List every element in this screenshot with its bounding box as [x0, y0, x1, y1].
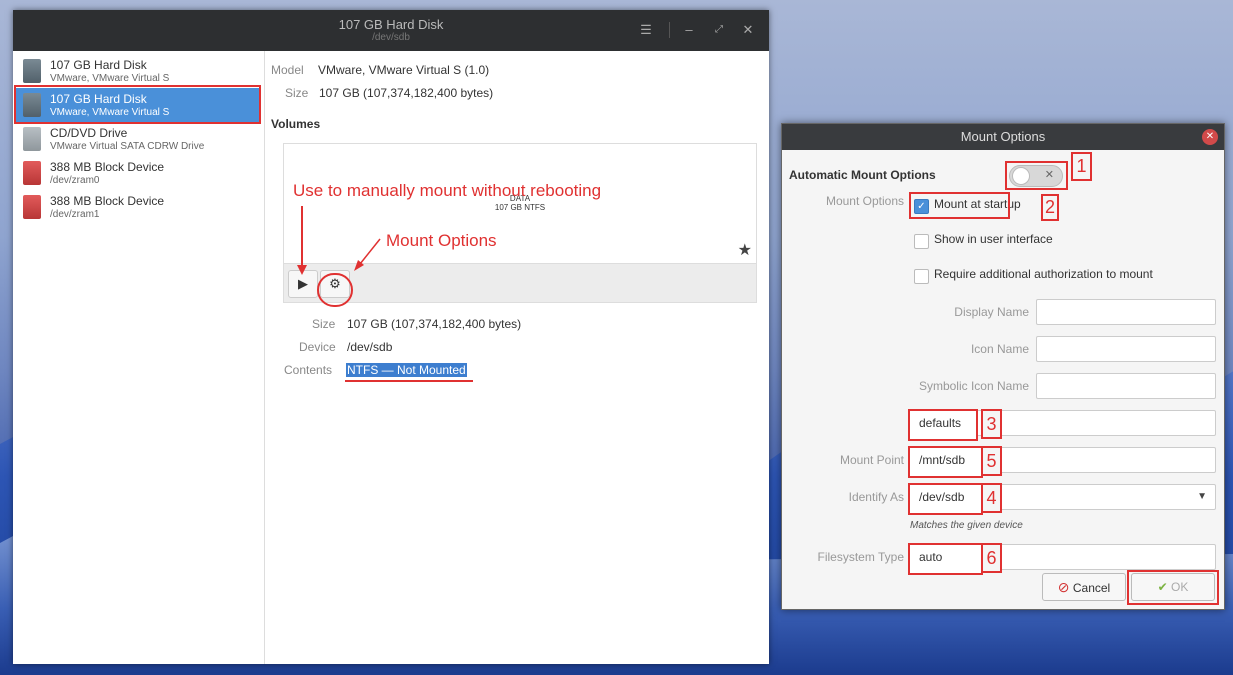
cancel-icon: ⊘: [1057, 579, 1070, 595]
drive-list: 107 GB Hard Disk VMware, VMware Virtual …: [13, 51, 265, 664]
auto-mount-label: Automatic Mount Options: [789, 168, 936, 182]
require-auth-checkbox[interactable]: [914, 269, 929, 284]
window-subtitle: /dev/sdb: [372, 32, 410, 43]
symbolic-icon-input[interactable]: [1036, 373, 1216, 399]
highlight-ok: [1127, 570, 1219, 605]
minimize-icon[interactable]: –: [680, 21, 698, 39]
cancel-button[interactable]: ⊘ Cancel: [1042, 573, 1126, 601]
marker-4: 4: [981, 483, 1002, 513]
drive-sub: VMware Virtual SATA CDRW Drive: [50, 141, 205, 152]
device-label: Device: [299, 340, 336, 354]
dialog-close-icon[interactable]: ✕: [1202, 129, 1218, 145]
marker-3: 3: [981, 409, 1002, 439]
block-device-icon: [23, 195, 41, 219]
device-value: /dev/sdb: [347, 340, 393, 354]
contents-value: NTFS — Not Mounted: [346, 363, 467, 377]
underline-annotation: [345, 380, 473, 382]
identify-as-label: Identify As: [848, 490, 904, 504]
require-auth-label[interactable]: Require additional authorization to moun…: [934, 267, 1153, 281]
highlight-box: [14, 85, 261, 124]
maximize-icon[interactable]: ⤢: [710, 21, 728, 39]
mount-point-value: /mnt/sdb: [919, 453, 966, 467]
show-in-ui-checkbox[interactable]: [914, 234, 929, 249]
dropdown-arrow-icon: ▼: [1197, 491, 1207, 502]
drive-name: 388 MB Block Device: [50, 194, 165, 208]
dialog-title: Mount Options: [782, 124, 1224, 150]
drive-name: 107 GB Hard Disk: [50, 58, 147, 72]
drive-name: 388 MB Block Device: [50, 160, 165, 174]
title-separator: [669, 22, 670, 38]
display-name-input[interactable]: [1036, 299, 1216, 325]
marker-2: 2: [1041, 194, 1059, 221]
fs-type-label: Filesystem Type: [817, 550, 904, 564]
vol-size-label: Size: [312, 317, 336, 331]
fs-type-value: auto: [919, 550, 943, 564]
marker-5: 5: [981, 446, 1002, 476]
identify-as-value: /dev/sdb: [919, 490, 965, 504]
show-in-ui-label[interactable]: Show in user interface: [934, 232, 1053, 246]
arrow-down-head: [297, 265, 307, 275]
drive-item-hdd-1[interactable]: 107 GB Hard Disk VMware, VMware Virtual …: [15, 54, 259, 88]
marker-1: 1: [1071, 152, 1092, 181]
drive-sub: /dev/zram0: [50, 175, 100, 186]
drive-item-zram1[interactable]: 388 MB Block Device /dev/zram1: [15, 190, 259, 224]
symbolic-icon-label: Symbolic Icon Name: [918, 379, 1029, 393]
highlight-switch: [1005, 161, 1068, 190]
drive-details: Model VMware, VMware Virtual S (1.0) Siz…: [265, 51, 769, 664]
menu-icon[interactable]: ☰: [637, 21, 655, 39]
optical-drive-icon: [23, 127, 41, 151]
drive-item-cdrom[interactable]: CD/DVD Drive VMware Virtual SATA CDRW Dr…: [15, 122, 259, 156]
icon-name-label: Icon Name: [970, 342, 1029, 356]
drive-sub: VMware, VMware Virtual S: [50, 73, 170, 84]
mount-point-label: Mount Point: [839, 453, 904, 467]
mount-options-label: Mount Options: [825, 194, 904, 208]
contents-label: Contents: [284, 363, 333, 377]
drive-name: CD/DVD Drive: [50, 126, 128, 140]
arrow-diag-line: [359, 238, 381, 265]
mount-options-dialog: Mount Options ✕ Automatic Mount Options …: [781, 123, 1225, 610]
disks-window: 107 GB Hard Disk /dev/sdb ☰ – ⤢ ✕ 107 GB…: [13, 10, 769, 664]
block-device-icon: [23, 161, 41, 185]
drive-sub: /dev/zram1: [50, 209, 100, 220]
annotation-arrows: [297, 206, 381, 275]
matches-hint: Matches the given device: [910, 520, 1023, 531]
highlight-startup: [909, 192, 1010, 219]
marker-6: 6: [981, 543, 1002, 573]
hard-disk-icon: [23, 59, 41, 83]
close-icon[interactable]: ✕: [739, 21, 757, 39]
icon-name-input[interactable]: [1036, 336, 1216, 362]
window-title: 107 GB Hard Disk: [338, 17, 444, 32]
display-name-label: Display Name: [954, 305, 1029, 319]
mount-options-value: defaults: [919, 416, 962, 430]
vol-size-value: 107 GB (107,374,182,400 bytes): [347, 317, 522, 331]
cancel-label: Cancel: [1072, 581, 1111, 595]
drive-item-zram0[interactable]: 388 MB Block Device /dev/zram0: [15, 156, 259, 190]
contents-text: NTFS — Not Mounted: [346, 363, 467, 377]
title-bar: 107 GB Hard Disk /dev/sdb ☰ – ⤢ ✕: [13, 10, 769, 51]
